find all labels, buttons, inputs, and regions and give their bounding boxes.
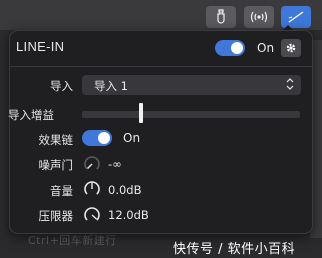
volume-value: 0.0dB xyxy=(108,183,142,197)
gear-icon xyxy=(286,43,296,53)
settings-button[interactable] xyxy=(281,39,301,57)
limiter-knob-icon[interactable] xyxy=(83,206,101,224)
noise-gate-label: 噪声门 xyxy=(38,158,74,172)
limiter-label: 压限器 xyxy=(38,209,74,223)
effects-chain-toggle-label: On xyxy=(123,131,141,145)
power-toggle[interactable] xyxy=(215,40,245,56)
guitar-input-icon xyxy=(217,9,225,24)
wireless-button[interactable] xyxy=(244,6,274,28)
effects-chain-label: 效果链 xyxy=(38,133,74,147)
divider xyxy=(10,66,312,67)
noise-gate-knob-icon[interactable] xyxy=(83,155,101,173)
input-gain-slider[interactable] xyxy=(82,111,300,118)
noise-gate-value: -∞ xyxy=(108,157,122,171)
limiter-value: 12.0dB xyxy=(108,208,149,222)
volume-label: 音量 xyxy=(50,184,73,198)
volume-knob-icon[interactable] xyxy=(83,180,101,198)
shortcut-hint: Ctrl+回车新建行 xyxy=(28,234,117,247)
input-select[interactable]: 导入 1 xyxy=(82,75,301,95)
chevron-updown-icon xyxy=(286,78,294,90)
input-gain-label: 导入增益 xyxy=(8,108,54,122)
wireless-signal-icon xyxy=(250,11,268,23)
toggle-knob xyxy=(231,42,243,54)
effects-chain-toggle[interactable] xyxy=(82,130,112,146)
line-edit-icon xyxy=(288,11,304,23)
panel-title: LINE-IN xyxy=(16,39,65,54)
input-select-value: 导入 1 xyxy=(94,79,128,93)
power-toggle-label: On xyxy=(257,41,275,55)
watermark: 快传号 / 软件小百科 xyxy=(173,242,296,257)
guitar-input-button[interactable] xyxy=(206,6,236,28)
input-gain-slider-thumb[interactable] xyxy=(138,103,143,123)
line-in-popup: LINE-IN On 导入 导入 1 导入增益 效果链 On 噪声门 -∞ 音量 xyxy=(8,30,313,234)
input-label: 导入 xyxy=(50,79,73,93)
toggle-knob xyxy=(98,132,110,144)
